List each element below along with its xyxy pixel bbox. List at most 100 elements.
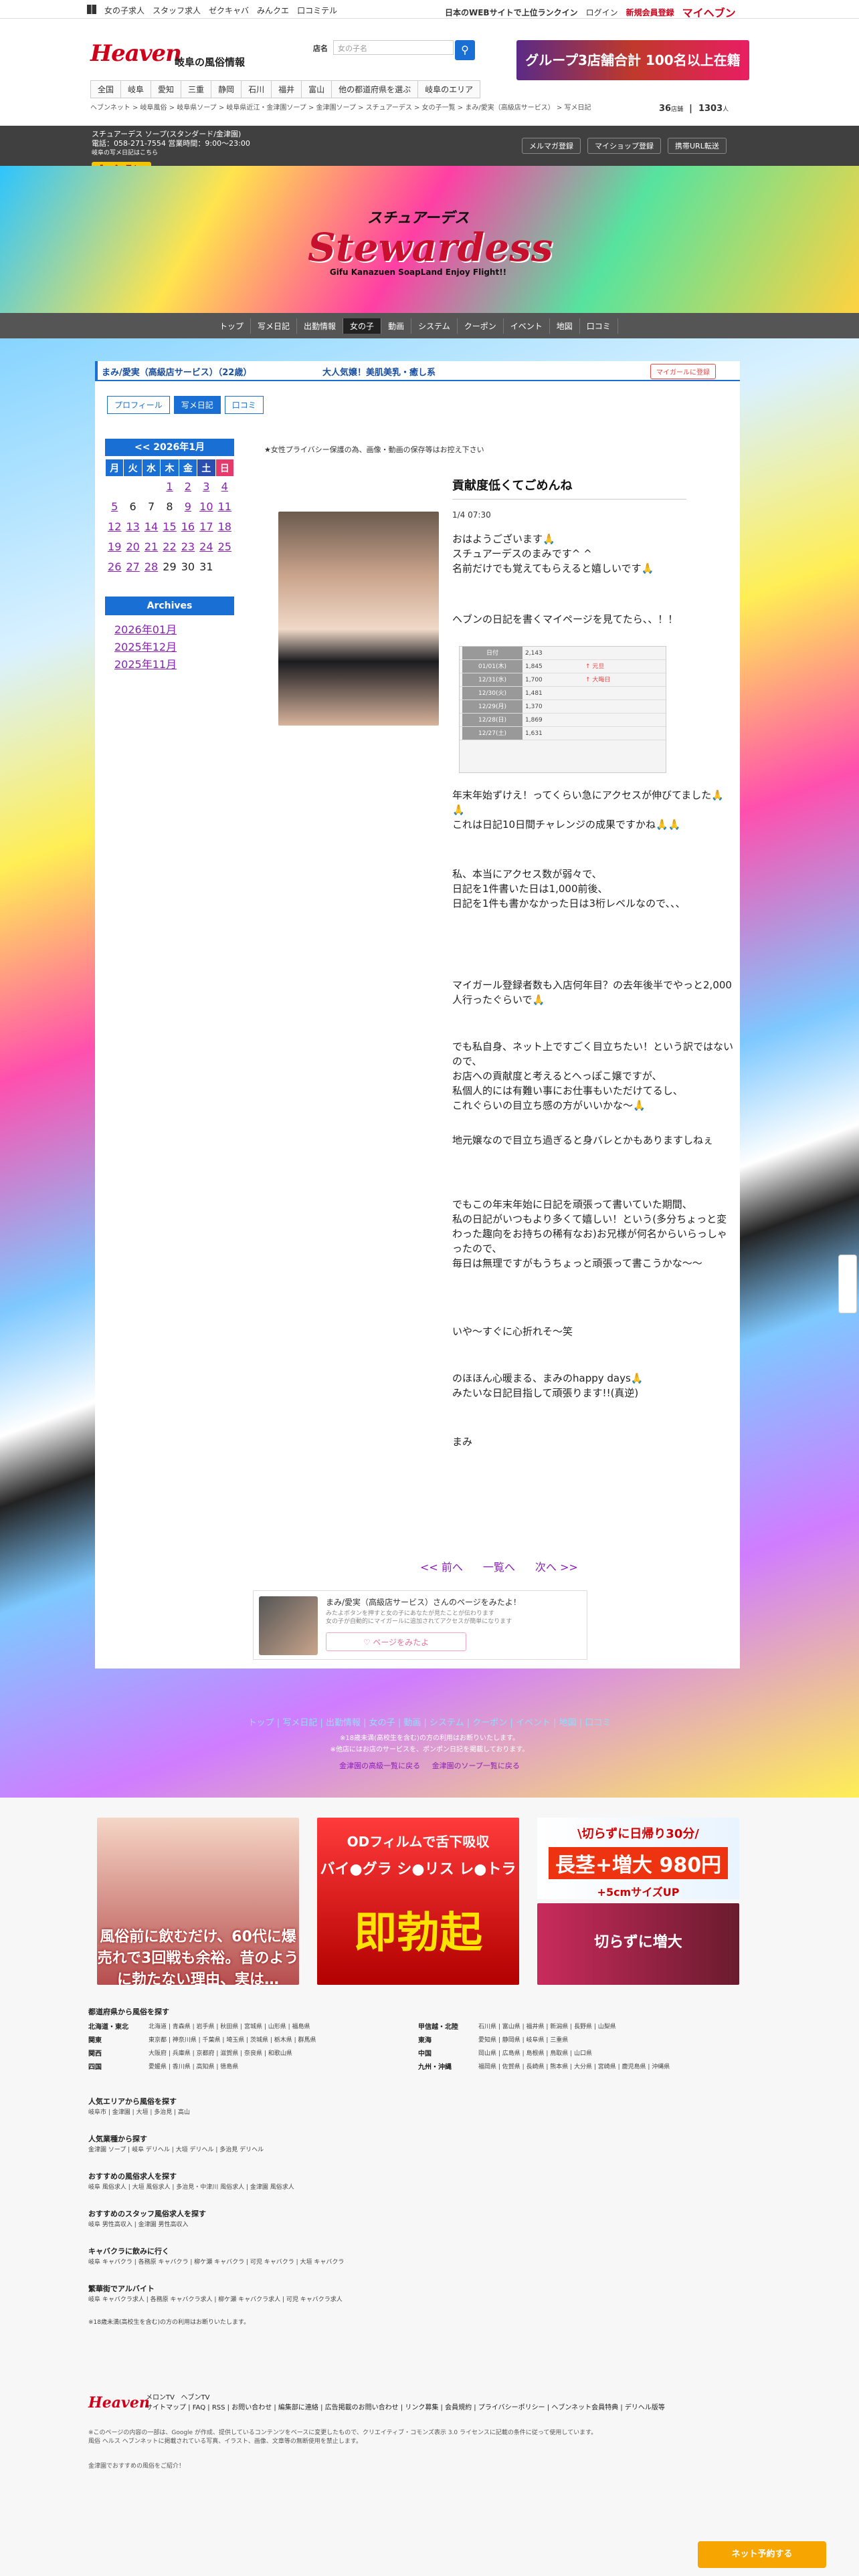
region-links[interactable]: 岡山県 | 広島県 | 島根県 | 鳥取県 | 山口県 — [478, 2049, 592, 2059]
shop-nav-item[interactable]: 動画 — [381, 318, 412, 334]
calendar-day-link[interactable]: 2 — [179, 477, 197, 497]
nav-item[interactable]: 富山 — [301, 80, 332, 98]
sitemap-links[interactable]: 岐阜市 | 金津園 | 大垣 | 多治見 | 高山 — [88, 2108, 190, 2118]
calendar-day-link[interactable]: 26 — [106, 557, 124, 577]
shop-name[interactable]: スチュアーデス ソープ(スタンダード/金津園) — [92, 130, 250, 139]
footer-nav-link[interactable]: 写メ日記 — [282, 1718, 317, 1728]
tab-diary[interactable]: 写メ日記 — [173, 396, 221, 414]
archive-link[interactable]: 2025年12月 — [114, 638, 234, 655]
region-links[interactable]: 福岡県 | 佐賀県 | 長崎県 | 熊本県 | 大分県 | 宮崎県 | 鹿児島県… — [478, 2062, 670, 2072]
region-links[interactable]: 愛媛県 | 香川県 | 高知県 | 徳島県 — [149, 2062, 238, 2072]
side-toolbar[interactable] — [838, 1255, 857, 1313]
nav-item[interactable]: 全国 — [90, 80, 121, 98]
calendar-day-link[interactable]: 14 — [142, 517, 160, 537]
calendar-day-link[interactable]: 20 — [124, 537, 142, 557]
nav-item[interactable]: 岐阜 — [120, 80, 151, 98]
calendar-day-link[interactable]: 19 — [106, 537, 124, 557]
calendar-day-link[interactable]: 27 — [124, 557, 142, 577]
top-link[interactable]: スタッフ求人 — [153, 5, 201, 16]
calendar-day-link[interactable]: 13 — [124, 517, 142, 537]
calendar-day-link[interactable]: 28 — [142, 557, 160, 577]
calendar-day-link[interactable]: 24 — [197, 537, 215, 557]
footer-nav-link[interactable]: 出勤情報 — [326, 1718, 361, 1728]
tab-profile[interactable]: プロフィール — [107, 396, 170, 414]
shop-nav-item[interactable]: 地図 — [550, 318, 580, 334]
nav-item[interactable]: 三重 — [181, 80, 211, 98]
back-to-soap-link[interactable]: 金津園のソープ一覧に戻る — [432, 1761, 520, 1770]
ranking-link[interactable]: 日本のWEBサイトで上位ランクイン — [445, 7, 578, 18]
add-mygirl-button[interactable]: マイガールに登録 — [650, 364, 716, 379]
footer-nav-link[interactable]: イベント — [516, 1718, 551, 1728]
ad-banner[interactable]: 風俗前に飲むだけ、60代に爆売れで3回戦も余裕。昔のように勃たない理由、実は… — [97, 1818, 299, 1985]
net-reserve-button[interactable]: ネット予約する — [698, 2541, 826, 2568]
nav-item[interactable]: 静岡 — [211, 80, 242, 98]
site-logo[interactable]: Heaven 岐阜の風俗情報 — [90, 40, 245, 74]
region-links[interactable]: 大阪府 | 兵庫県 | 京都府 | 滋賀県 | 奈良県 | 和歌山県 — [149, 2049, 292, 2059]
my-heaven-link[interactable]: マイヘブン — [682, 4, 736, 20]
archive-link[interactable]: 2026年01月 — [114, 621, 234, 638]
shop-nav-item[interactable]: イベント — [504, 318, 550, 334]
sitemap-links[interactable]: 岐阜 男性高収入 | 金津園 男性高収入 — [88, 2220, 188, 2230]
nav-item[interactable]: 石川 — [241, 80, 272, 98]
shop-nav-item[interactable]: 写メ日記 — [251, 318, 298, 334]
shop-nav-item[interactable]: 出勤情報 — [297, 318, 344, 334]
back-to-luxury-link[interactable]: 金津園の高級一覧に戻る — [339, 1761, 420, 1770]
ad-banner[interactable]: ODフィルムで舌下吸収 バイ●グラ シ●リス レ●トラ 即勃起 — [317, 1818, 519, 1985]
nav-item[interactable]: 愛知 — [151, 80, 181, 98]
shop-diary-link[interactable]: 岐阜の写メ日記はこちら — [92, 148, 250, 158]
shop-nav-item[interactable]: 口コミ — [580, 318, 618, 334]
sitemap-links[interactable]: 岐阜 風俗求人 | 大垣 風俗求人 | 多治見・中津川 風俗求人 | 金津園 風… — [88, 2183, 294, 2193]
footer-nav-link[interactable]: トップ — [248, 1718, 274, 1728]
footer-logo[interactable]: Heaven — [88, 2394, 150, 2411]
footer-nav-link[interactable]: クーポン — [472, 1718, 507, 1728]
calendar-day-link[interactable]: 22 — [161, 537, 179, 557]
calendar-day-link[interactable]: 1 — [161, 477, 179, 497]
shop-logo[interactable]: スチュアーデス Stewardess Gifu Kanazuen SoapLan… — [308, 206, 553, 277]
register-link[interactable]: 新規会員登録 — [626, 7, 674, 18]
calendar-day-link[interactable]: 17 — [197, 517, 215, 537]
top-link[interactable]: 口コミテル — [297, 5, 337, 16]
calendar-day-link[interactable]: 12 — [106, 517, 124, 537]
list-link[interactable]: 一覧へ — [483, 1558, 515, 1574]
calendar-day-link[interactable]: 23 — [179, 537, 197, 557]
nav-item[interactable]: 岐阜のエリア — [417, 80, 481, 98]
sitemap-links[interactable]: 岐阜 キャバクラ | 各務原 キャバクラ | 柳ケ瀬 キャバクラ | 可児 キャ… — [88, 2258, 344, 2268]
footer-nav-link[interactable]: 口コミ — [585, 1718, 611, 1728]
footer-nav-link[interactable]: 女の子 — [369, 1718, 395, 1728]
calendar-day-link[interactable]: 9 — [179, 497, 197, 517]
breadcrumb[interactable]: ヘブンネット > 岐阜風俗 > 岐阜県ソープ > 岐阜県近江・金津園ソープ > … — [90, 102, 626, 112]
calendar-day-link[interactable]: 11 — [215, 497, 233, 517]
top-link[interactable]: みんクエ — [257, 5, 289, 16]
calendar-month[interactable]: << 2026年1月 — [105, 439, 234, 456]
tab-reviews[interactable]: 口コミ — [224, 396, 264, 414]
calendar-day-link[interactable]: 5 — [106, 497, 124, 517]
footer-nav-link[interactable]: システム — [430, 1718, 464, 1728]
footer-links[interactable]: メロンTV ヘブンTV サイトマップ | FAQ | RSS | お問い合わせ … — [146, 2393, 735, 2413]
shop-nav-item[interactable]: トップ — [213, 318, 252, 334]
ad-banner[interactable]: \切らずに日帰り30分/ 長茎+増大 980円 +5cmサイズUP — [537, 1818, 739, 1899]
region-links[interactable]: 愛知県 | 静岡県 | 岐阜県 | 三重県 — [478, 2036, 568, 2046]
archive-link[interactable]: 2025年11月 — [114, 655, 234, 673]
shop-nav-item[interactable]: クーポン — [458, 318, 504, 334]
search-button[interactable]: ⚲ — [455, 40, 475, 60]
top-link[interactable]: 女の子求人 — [104, 5, 145, 16]
nav-item[interactable]: 他の都道府県を選ぶ — [331, 80, 418, 98]
girl-avatar[interactable] — [259, 1596, 318, 1655]
calendar-day-link[interactable]: 10 — [197, 497, 215, 517]
diary-photo[interactable] — [278, 512, 439, 726]
calendar-day-link[interactable]: 21 — [142, 537, 160, 557]
calendar-day-link[interactable]: 4 — [215, 477, 233, 497]
myshop-button[interactable]: マイショップ登録 — [587, 138, 661, 154]
region-links[interactable]: 北海道 | 青森県 | 岩手県 | 秋田県 | 宮城県 | 山形県 | 福島県 — [149, 2022, 310, 2032]
calendar-day-link[interactable]: 3 — [197, 477, 215, 497]
shop-nav-item[interactable]: システム — [411, 318, 458, 334]
mitayo-button[interactable]: ♡ ページをみたよ — [326, 1632, 466, 1651]
region-links[interactable]: 東京都 | 神奈川県 | 千葉県 | 埼玉県 | 茨城県 | 栃木県 | 群馬県 — [149, 2036, 316, 2046]
ad-banner[interactable]: 切らずに増大 — [537, 1903, 739, 1985]
prev-link[interactable]: << 前へ — [420, 1558, 463, 1574]
sitemap-links[interactable]: 岐阜 キャバクラ求人 | 各務原 キャバクラ求人 | 柳ケ瀬 キャバクラ求人 |… — [88, 2295, 343, 2305]
calendar-day-link[interactable]: 15 — [161, 517, 179, 537]
calendar-day-link[interactable]: 16 — [179, 517, 197, 537]
shop-nav-item-active[interactable]: 女の子 — [343, 318, 382, 334]
mailmag-button[interactable]: メルマガ登録 — [522, 138, 581, 154]
